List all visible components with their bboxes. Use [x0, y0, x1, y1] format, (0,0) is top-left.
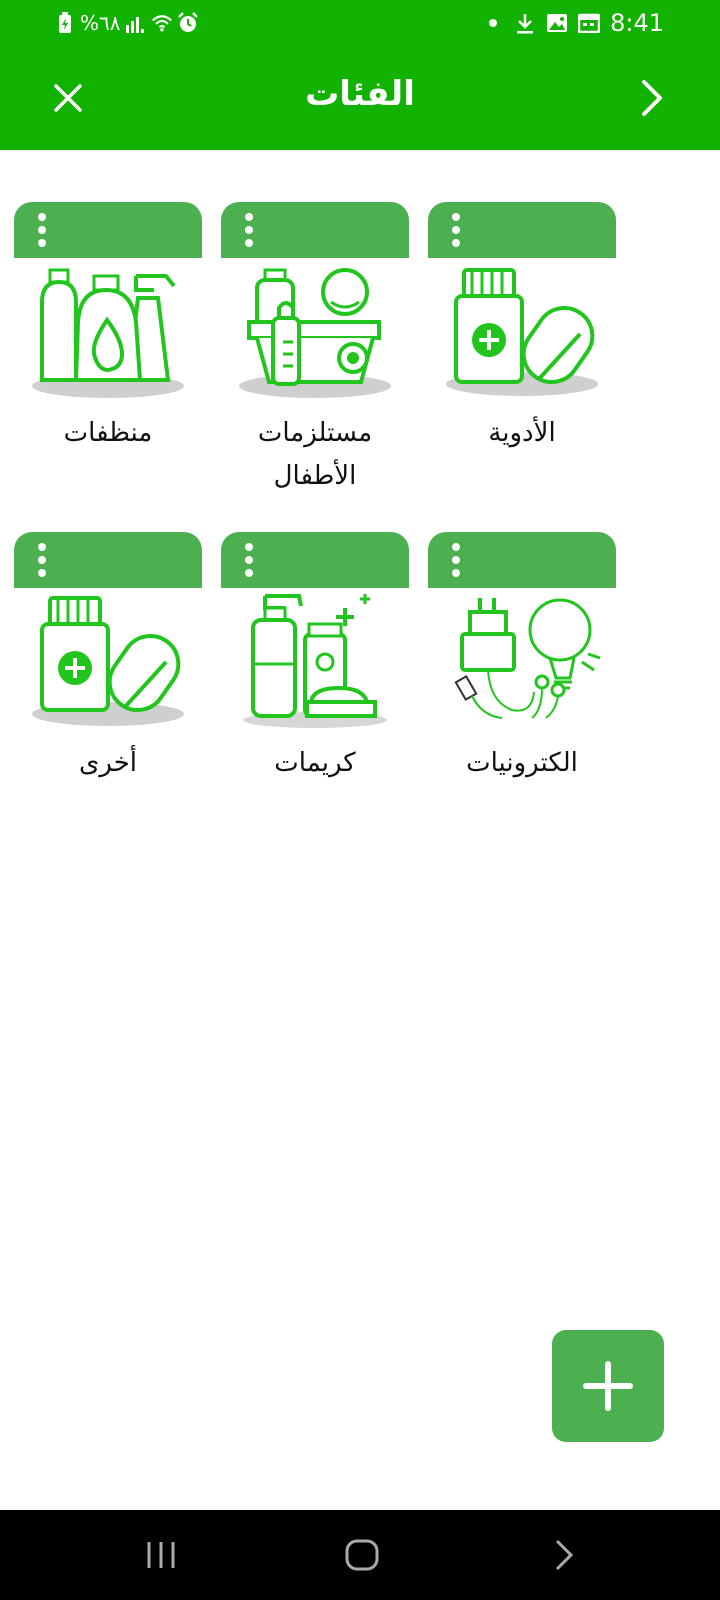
home-icon[interactable] [332, 1532, 392, 1578]
detergents-icon [32, 268, 184, 398]
category-card[interactable]: منظفات [14, 202, 202, 448]
category-card[interactable]: الأدوية [428, 202, 616, 448]
more-vertical-icon[interactable] [239, 542, 259, 578]
card-header [14, 202, 202, 258]
category-card[interactable]: أخرى [14, 532, 202, 778]
back-icon[interactable] [534, 1532, 594, 1578]
card-header [221, 532, 409, 588]
creams-icon [243, 594, 387, 728]
app-bar: الفئات [0, 46, 720, 150]
more-vertical-icon[interactable] [446, 212, 466, 248]
status-left: %٦٨ [54, 9, 199, 37]
other-icon [32, 596, 184, 726]
category-label: منظفات [63, 418, 153, 448]
image-icon [546, 12, 568, 34]
card-header [428, 532, 616, 588]
more-vertical-icon[interactable] [446, 542, 466, 578]
add-category-button[interactable] [552, 1330, 664, 1442]
category-label: الكترونيات [466, 748, 578, 778]
category-card[interactable]: مستلزمات الأطفال [221, 202, 409, 491]
electronics-icon [454, 598, 601, 719]
more-vertical-icon[interactable] [32, 542, 52, 578]
plus-icon [583, 1361, 633, 1411]
more-vertical-icon[interactable] [239, 212, 259, 248]
category-label: أخرى [79, 748, 137, 778]
calendar-icon [578, 12, 601, 34]
wifi-icon [151, 12, 173, 34]
battery-charging-icon [54, 12, 76, 34]
card-header [14, 532, 202, 588]
chevron-right-icon[interactable] [626, 72, 678, 124]
battery-percent: %٦٨ [80, 11, 121, 35]
more-vertical-icon[interactable] [32, 212, 52, 248]
category-label: مستلزمات الأطفال [257, 418, 373, 491]
page-title: الفئات [305, 74, 415, 114]
category-card[interactable]: كريمات [221, 532, 409, 778]
baby-supplies-icon [239, 268, 391, 398]
card-header [221, 202, 409, 258]
category-card[interactable]: الكترونيات [428, 532, 616, 778]
category-label: الأدوية [488, 418, 556, 448]
dot-icon [482, 12, 504, 34]
category-label: كريمات [274, 748, 356, 778]
medicine-icon [446, 268, 598, 396]
status-bar: %٦٨ 8:41 [0, 0, 720, 46]
download-icon [514, 12, 536, 34]
signal-icon [125, 12, 147, 34]
status-right: 8:41 [482, 9, 664, 37]
alarm-icon [177, 12, 199, 34]
clock: 8:41 [610, 9, 664, 37]
card-header [428, 202, 616, 258]
recent-apps-icon[interactable] [131, 1532, 191, 1578]
navigation-bar [0, 1510, 720, 1600]
